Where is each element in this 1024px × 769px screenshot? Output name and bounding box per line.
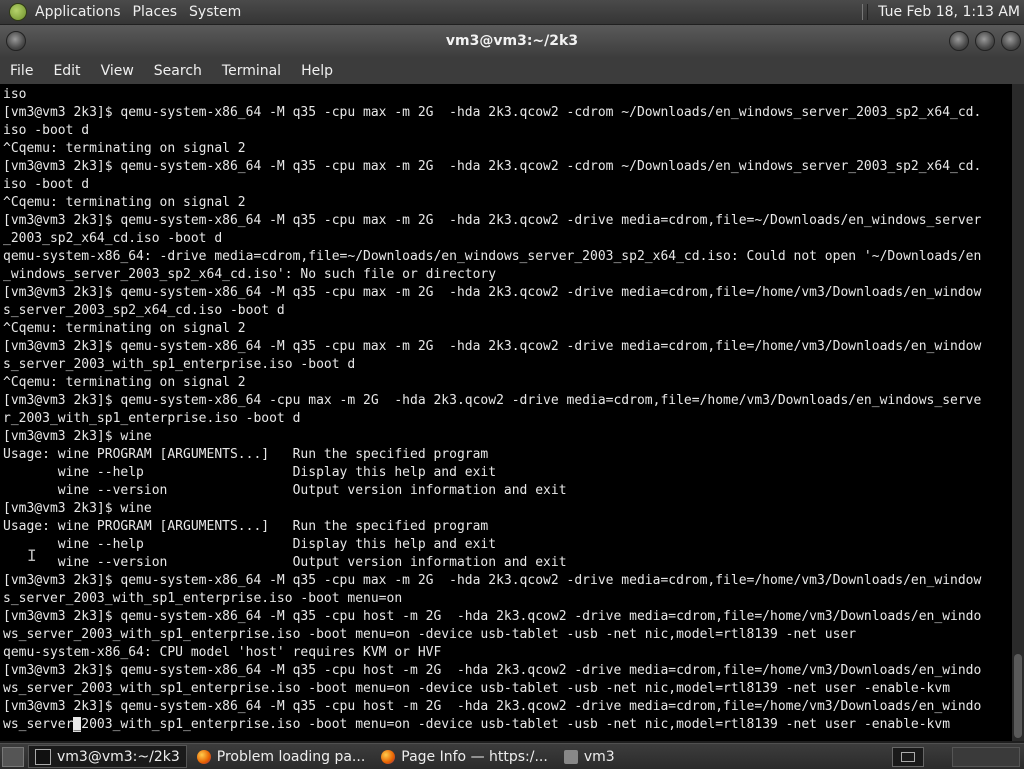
task-label: vm3 [583,748,615,765]
top-panel-right: Tue Feb 18, 1:13 AM [862,0,1024,24]
terminal-line: iso -boot d [3,123,90,138]
terminal-line: iso -boot d [3,177,90,192]
system-menu[interactable]: System [183,4,247,20]
terminal-line: s_server_2003_sp2_x64_cd.iso -boot d [3,303,285,318]
terminal-line: [vm3@vm3 2k3]$ qemu-system-x86_64 -M q35… [3,573,982,588]
task-folder-vm3[interactable]: vm3 [558,746,621,767]
terminal-line: wine --version Output version informatio… [3,555,567,570]
top-panel: Applications Places System Tue Feb 18, 1… [0,0,1024,25]
terminal-line: ^Cqemu: terminating on signal 2 [3,375,246,390]
window-titlebar[interactable]: vm3@vm3:~/2k3 [0,25,1024,57]
task-label: Page Info — https:/... [401,748,548,765]
terminal-line-current: ws_server_2003_with_sp1_enterprise.iso -… [3,717,950,732]
menu-help[interactable]: Help [291,63,343,79]
task-firefox-pageinfo[interactable]: Page Info — https:/... [375,746,554,767]
close-button[interactable] [1001,31,1021,51]
terminal-line: qemu-system-x86_64: -drive media=cdrom,f… [3,249,982,264]
terminal-icon [35,748,51,765]
clock[interactable]: Tue Feb 18, 1:13 AM [878,4,1024,20]
terminal-line: [vm3@vm3 2k3]$ qemu-system-x86_64 -M q35… [3,339,982,354]
terminal-line: [vm3@vm3 2k3]$ qemu-system-x86_64 -M q35… [3,663,982,678]
scrollbar-thumb[interactable] [1014,654,1022,738]
terminal-line: s_server_2003_with_sp1_enterprise.iso -b… [3,591,403,606]
top-panel-menus: Applications Places System [0,0,247,24]
window-title: vm3@vm3:~/2k3 [445,33,579,49]
terminal-line: [vm3@vm3 2k3]$ qemu-system-x86_64 -M q35… [3,105,982,120]
menu-terminal[interactable]: Terminal [212,63,291,79]
terminal-scrollbar[interactable] [1012,84,1024,741]
firefox-icon [196,749,211,764]
minimize-button[interactable] [949,31,969,51]
show-desktop-button[interactable] [2,746,24,767]
terminal-line: [vm3@vm3 2k3]$ wine [3,501,152,516]
workspace-pager[interactable] [952,747,1020,767]
terminal-line: [vm3@vm3 2k3]$ qemu-system-x86_64 -M q35… [3,285,982,300]
menu-search[interactable]: Search [144,63,212,79]
terminal-line: _2003_sp2_x64_cd.iso -boot d [3,231,223,246]
terminal-line: ws_server_2003_with_sp1_enterprise.iso -… [3,681,951,696]
terminal-line: _windows_server_2003_sp2_x64_cd.iso': No… [3,267,497,282]
task-firefox-problem[interactable]: Problem loading pa... [191,746,372,767]
folder-icon [563,749,578,764]
terminal-line: r_2003_with_sp1_enterprise.iso -boot d [3,411,301,426]
firefox-icon [381,749,396,764]
terminal-line: ^Cqemu: terminating on signal 2 [3,195,246,210]
terminal-line: ^Cqemu: terminating on signal 2 [3,321,246,336]
terminal-line: ws_server_2003_with_sp1_enterprise.iso -… [3,627,857,642]
menubar: File Edit View Search Terminal Help [0,57,1024,84]
places-menu[interactable]: Places [127,4,184,20]
menu-file[interactable]: File [0,63,43,79]
terminal-line: qemu-system-x86_64: CPU model 'host' req… [3,645,442,660]
workspace-icon [901,752,915,762]
terminal-line: Usage: wine PROGRAM [ARGUMENTS...] Run t… [3,447,489,462]
taskbar: vm3@vm3:~/2k3 Problem loading pa... Page… [0,743,1024,769]
terminal-line: [vm3@vm3 2k3]$ qemu-system-x86_64 -M q35… [3,213,982,228]
terminal-output[interactable]: iso [vm3@vm3 2k3]$ qemu-system-x86_64 -M… [0,84,1012,741]
menu-view[interactable]: View [91,63,144,79]
current-line-after-cursor: 2003_with_sp1_enterprise.iso -boot menu=… [81,717,951,732]
terminal-line: wine --help Display this help and exit [3,465,497,480]
terminal-line: [vm3@vm3 2k3]$ qemu-system-x86_64 -cpu m… [3,393,982,408]
maximize-button[interactable] [975,31,995,51]
task-label: vm3@vm3:~/2k3 [57,748,180,765]
task-terminal[interactable]: vm3@vm3:~/2k3 [28,745,187,768]
menu-edit[interactable]: Edit [43,63,90,79]
terminal-line: wine --version Output version informatio… [3,483,567,498]
distro-logo-icon[interactable] [9,3,27,21]
window-menu-button[interactable] [6,31,26,51]
ibeam-cursor-icon: I [27,546,37,565]
applications-menu[interactable]: Applications [29,4,127,20]
terminal-line: [vm3@vm3 2k3]$ wine [3,429,152,444]
terminal-line: [vm3@vm3 2k3]$ qemu-system-x86_64 -M q35… [3,159,982,174]
terminal-line: ^Cqemu: terminating on signal 2 [3,141,246,156]
task-label: Problem loading pa... [216,748,366,765]
terminal-line: iso [3,87,27,102]
terminal-line: wine --help Display this help and exit [3,537,497,552]
terminal-line: [vm3@vm3 2k3]$ qemu-system-x86_64 -M q35… [3,609,982,624]
current-line-before-cursor: ws_server [3,717,74,732]
panel-separator [862,4,869,20]
terminal-line: [vm3@vm3 2k3]$ qemu-system-x86_64 -M q35… [3,699,982,714]
terminal-line: s_server_2003_with_sp1_enterprise.iso -b… [3,357,356,372]
workspace-switcher[interactable] [892,747,924,767]
terminal-line: Usage: wine PROGRAM [ARGUMENTS...] Run t… [3,519,489,534]
terminal-text: iso [vm3@vm3 2k3]$ qemu-system-x86_64 -M… [0,84,1012,734]
